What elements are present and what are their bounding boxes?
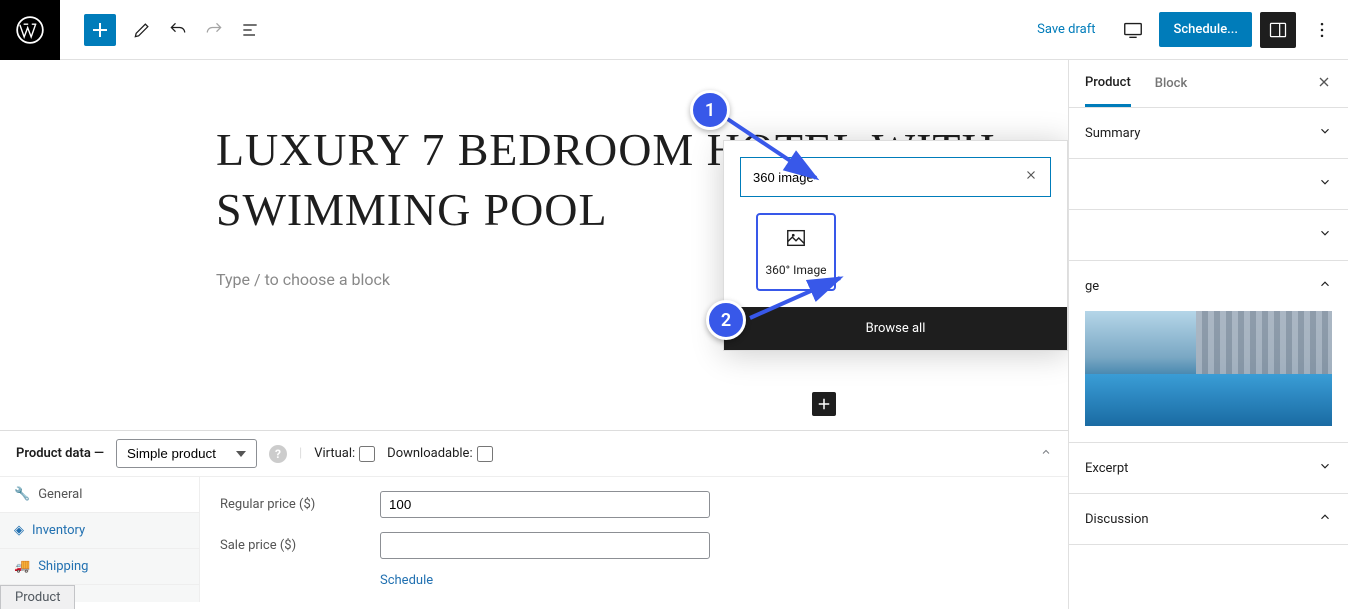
tab-block[interactable]: Block xyxy=(1155,62,1187,105)
clear-search-icon[interactable] xyxy=(1024,168,1038,186)
schedule-button[interactable]: Schedule... xyxy=(1159,12,1252,47)
regular-price-input[interactable] xyxy=(380,491,710,518)
annotation-badge-2: 2 xyxy=(706,300,746,340)
settings-sidebar: Product Block Summary ge xyxy=(1068,60,1348,609)
chevron-up-icon xyxy=(1318,510,1332,528)
undo-icon[interactable] xyxy=(160,12,196,48)
tab-shipping[interactable]: 🚚Shipping xyxy=(0,549,199,585)
bottom-tab-product[interactable]: Product xyxy=(0,585,75,609)
editor-canvas: LUXURY 7 BEDROOM HOTEL WITH SWIMMING POO… xyxy=(0,60,1068,609)
chevron-down-icon xyxy=(1318,175,1332,193)
product-image-panel-body xyxy=(1069,311,1348,442)
panel-discussion[interactable]: Discussion xyxy=(1069,494,1348,545)
image-block-icon xyxy=(762,227,830,253)
help-icon[interactable]: ? xyxy=(269,445,287,463)
save-draft-link[interactable]: Save draft xyxy=(1025,22,1107,37)
chevron-down-icon xyxy=(1318,459,1332,477)
panel-image[interactable]: ge xyxy=(1069,261,1348,311)
sidebar-toggle-button[interactable] xyxy=(1260,12,1296,48)
downloadable-checkbox[interactable] xyxy=(477,446,493,462)
top-toolbar: Save draft Schedule... xyxy=(0,0,1348,60)
panel-hidden-2[interactable] xyxy=(1069,210,1348,261)
inventory-icon: ◈ xyxy=(14,523,24,538)
options-menu-icon[interactable] xyxy=(1304,12,1340,48)
panel-excerpt[interactable]: Excerpt xyxy=(1069,442,1348,494)
wp-logo[interactable] xyxy=(0,0,60,60)
product-data-header: Product data — Simple product ? | Virtua… xyxy=(0,430,1068,476)
product-data-label: Product data — xyxy=(16,446,104,461)
document-overview-icon[interactable] xyxy=(232,12,268,48)
downloadable-label: Downloadable: xyxy=(387,446,472,461)
annotation-arrow-1 xyxy=(716,100,826,190)
edit-mode-icon[interactable] xyxy=(124,12,160,48)
schedule-sale-link[interactable]: Schedule xyxy=(380,573,1048,588)
tab-inventory[interactable]: ◈Inventory xyxy=(0,513,199,549)
tab-general[interactable]: 🔧General xyxy=(0,477,199,513)
panel-hidden-1[interactable] xyxy=(1069,159,1348,210)
sale-price-input[interactable] xyxy=(380,532,710,559)
chevron-up-icon xyxy=(1318,277,1332,295)
panel-collapse-icon[interactable] xyxy=(1040,446,1052,462)
tab-product[interactable]: Product xyxy=(1085,61,1131,107)
virtual-label: Virtual: xyxy=(314,446,355,461)
preview-icon[interactable] xyxy=(1115,12,1151,48)
product-data-tabs: 🔧General ◈Inventory 🚚Shipping xyxy=(0,477,200,602)
chevron-down-icon xyxy=(1318,226,1332,244)
product-image-thumbnail[interactable] xyxy=(1085,311,1332,426)
inline-add-block-button[interactable] xyxy=(812,392,836,416)
add-block-button[interactable] xyxy=(84,14,116,46)
virtual-checkbox[interactable] xyxy=(359,446,375,462)
panel-summary[interactable]: Summary xyxy=(1069,108,1348,159)
regular-price-label: Regular price ($) xyxy=(220,497,320,512)
annotation-badge-1: 1 xyxy=(690,90,730,130)
sale-price-label: Sale price ($) xyxy=(220,538,320,553)
chevron-down-icon xyxy=(1318,124,1332,142)
close-sidebar-icon[interactable] xyxy=(1316,74,1332,94)
wrench-icon: 🔧 xyxy=(14,487,30,502)
product-type-select[interactable]: Simple product xyxy=(116,439,257,468)
redo-icon[interactable] xyxy=(196,12,232,48)
annotation-arrow-2 xyxy=(742,270,852,330)
truck-icon: 🚚 xyxy=(14,559,30,574)
